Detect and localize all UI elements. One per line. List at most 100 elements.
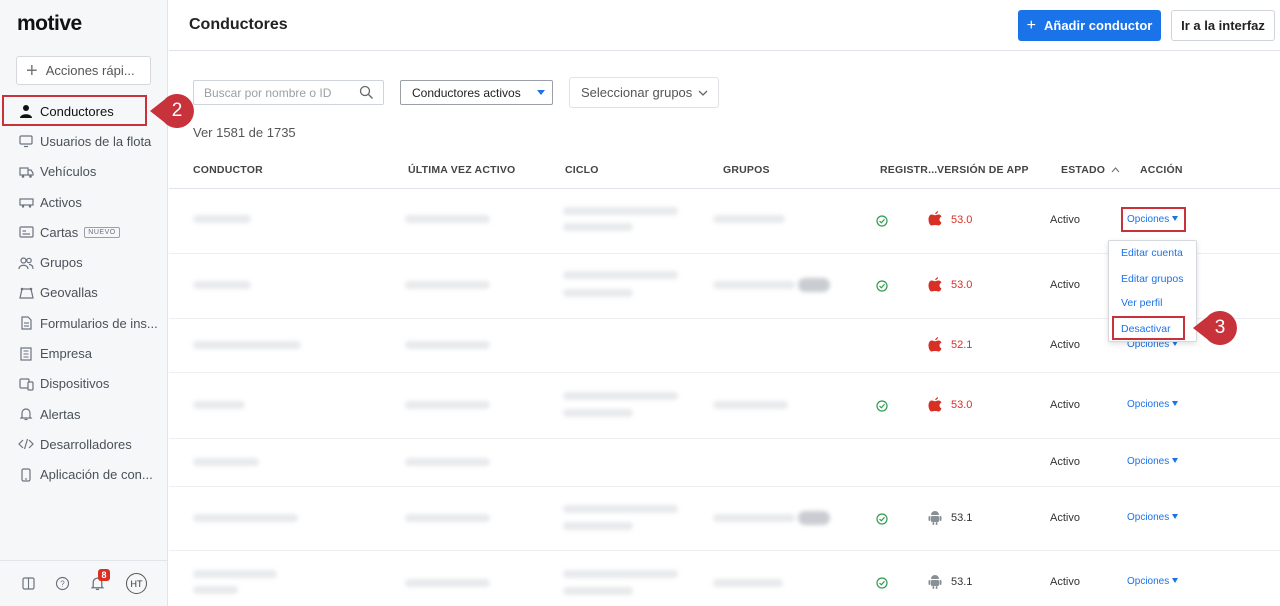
sidebar-item-dispositivos[interactable]: Dispositivos — [0, 369, 168, 399]
cycle-redacted — [563, 271, 678, 279]
groups-redacted — [713, 401, 788, 409]
sidebar-item-label: Geovallas — [40, 285, 98, 301]
groups-redacted — [713, 281, 795, 289]
column-header-conductor[interactable]: CONDUCTOR — [193, 164, 263, 176]
caret-down-icon — [537, 90, 545, 95]
groups-select[interactable]: Seleccionar grupos — [569, 77, 719, 108]
sidebar-item-label: Formularios de ins... — [40, 315, 158, 331]
phone-icon — [18, 467, 34, 483]
go-to-interface-button[interactable]: Ir a la interfaz — [1171, 10, 1275, 41]
app-version: 52.1 — [951, 339, 973, 351]
sidebar-item-cartas[interactable]: Cartas NUEVO — [0, 217, 168, 247]
check-circle-icon — [876, 513, 888, 525]
code-icon — [18, 436, 34, 452]
cycle-redacted — [563, 409, 633, 417]
app-version: 53.0 — [951, 399, 973, 411]
sidebar-item-label: Aplicación de con... — [40, 467, 153, 483]
column-header-registered[interactable]: REGISTR... — [880, 164, 937, 176]
options-dropdown-button[interactable]: Opciones — [1127, 576, 1179, 587]
user-avatar[interactable]: HT — [126, 573, 147, 594]
app-version: 53.1 — [951, 576, 973, 588]
driver-status-select[interactable]: Conductores activos — [400, 80, 553, 105]
driver-status: Activo — [1050, 576, 1080, 588]
help-icon[interactable]: ? — [53, 574, 71, 592]
geofence-icon — [18, 285, 34, 301]
options-label: Opciones — [1127, 576, 1170, 587]
page-title: Conductores — [189, 16, 288, 33]
menu-item-edit-account[interactable]: Editar cuenta — [1121, 247, 1183, 259]
motive-logo[interactable]: motive — [17, 12, 82, 36]
row-divider — [169, 486, 1280, 487]
apple-icon — [928, 337, 942, 352]
options-dropdown-button[interactable]: Opciones — [1127, 512, 1179, 523]
building-icon — [18, 346, 34, 362]
sidebar-item-grupos[interactable]: Grupos — [0, 247, 168, 277]
check-circle-icon — [876, 577, 888, 589]
cycle-redacted — [563, 522, 633, 530]
sidebar-item-aplicacion[interactable]: Aplicación de con... — [0, 460, 168, 490]
sidebar-item-label: Alertas — [40, 406, 81, 422]
caret-down-icon — [1172, 514, 1179, 519]
step-marker-2: 2 — [150, 94, 194, 128]
driver-name-redacted — [193, 570, 277, 578]
options-label: Opciones — [1127, 456, 1170, 467]
column-header-app-version[interactable]: VERSIÓN DE APP — [937, 164, 1029, 176]
column-header-status-label: ESTADO — [1061, 164, 1106, 176]
chevron-down-icon — [698, 90, 708, 96]
table-header-divider — [169, 188, 1280, 189]
options-dropdown-button[interactable]: Opciones — [1127, 456, 1179, 467]
app-version: 53.0 — [951, 279, 973, 291]
last-active-redacted — [405, 579, 490, 587]
column-header-cycle[interactable]: CICLO — [565, 164, 599, 176]
menu-item-edit-groups[interactable]: Editar grupos — [1121, 273, 1183, 285]
android-icon — [928, 511, 942, 525]
groups-redacted — [798, 511, 830, 525]
cycle-redacted — [563, 392, 678, 400]
column-header-last-active[interactable]: ÚLTIMA VEZ ACTIVO — [408, 164, 515, 176]
sidebar-nav: Conductores Usuarios de la flota Vehícul… — [0, 96, 168, 490]
check-circle-icon — [876, 400, 888, 412]
sidebar-item-label: Grupos — [40, 255, 83, 271]
groups-select-value: Seleccionar grupos — [581, 85, 693, 100]
column-header-groups[interactable]: GRUPOS — [723, 164, 770, 176]
column-header-action: ACCIÓN — [1140, 164, 1183, 176]
plus-icon: + — [26, 59, 38, 82]
sidebar-item-empresa[interactable]: Empresa — [0, 338, 168, 368]
sidebar-item-alertas[interactable]: Alertas — [0, 399, 168, 429]
sidebar-item-vehiculos[interactable]: Vehículos — [0, 157, 168, 187]
svg-text:?: ? — [60, 579, 65, 588]
cycle-redacted — [563, 570, 678, 578]
driver-name-redacted — [193, 281, 251, 289]
check-circle-icon — [876, 215, 888, 227]
search-input[interactable]: Buscar por nombre o ID — [193, 80, 384, 105]
help-center-icon[interactable] — [19, 574, 37, 592]
sidebar-item-activos[interactable]: Activos — [0, 187, 168, 217]
sidebar: motive + Acciones rápi... Conductores Us… — [0, 0, 168, 606]
sidebar-item-desarrolladores[interactable]: Desarrolladores — [0, 429, 168, 459]
page-header: Conductores + Añadir conductor Ir a la i… — [169, 0, 1280, 51]
options-label: Opciones — [1127, 399, 1170, 410]
driver-status-value: Conductores activos — [412, 85, 521, 100]
groups-redacted — [798, 278, 830, 292]
monitor-icon — [18, 133, 34, 149]
driver-name-redacted — [193, 458, 259, 466]
truck-icon — [18, 164, 34, 180]
apple-icon — [928, 397, 942, 412]
column-header-status[interactable]: ESTADO — [1061, 164, 1120, 176]
driver-name-redacted — [193, 401, 245, 409]
menu-item-view-profile[interactable]: Ver perfil — [1121, 297, 1162, 309]
last-active-redacted — [405, 458, 490, 466]
sidebar-item-geovallas[interactable]: Geovallas — [0, 278, 168, 308]
cycle-redacted — [563, 505, 678, 513]
quick-actions-button[interactable]: + Acciones rápi... — [16, 56, 151, 85]
sidebar-item-usuarios[interactable]: Usuarios de la flota — [0, 126, 168, 156]
last-active-redacted — [405, 514, 490, 522]
driver-name-redacted — [193, 514, 298, 522]
add-driver-button[interactable]: + Añadir conductor — [1018, 10, 1161, 41]
highlight-conductores — [2, 95, 147, 126]
sidebar-item-label: Empresa — [40, 346, 93, 362]
options-dropdown-button[interactable]: Opciones — [1127, 399, 1179, 410]
sidebar-footer: ? 8 HT — [0, 560, 168, 606]
sidebar-item-formularios[interactable]: Formularios de ins... — [0, 308, 168, 338]
new-badge: NUEVO — [84, 226, 120, 238]
